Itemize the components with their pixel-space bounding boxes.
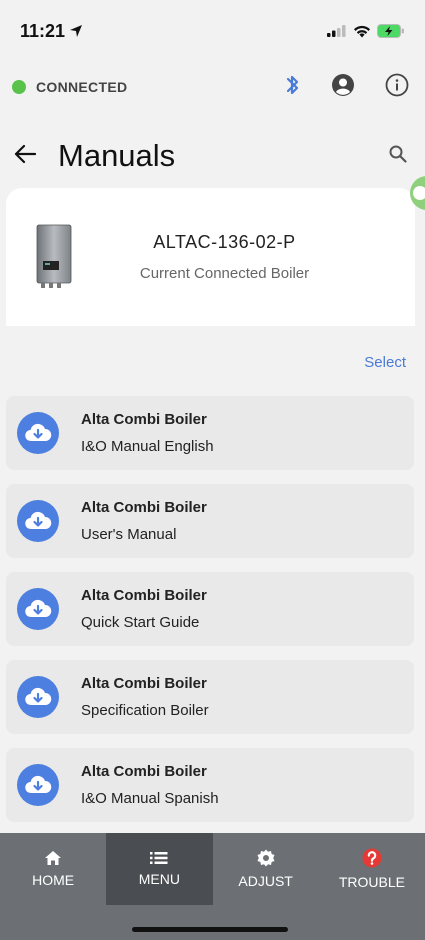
manual-text: Alta Combi Boiler Specification Boiler — [81, 675, 209, 719]
manual-item-io-spanish[interactable]: Alta Combi Boiler I&O Manual Spanish — [6, 748, 414, 822]
nav-label: ADJUST — [238, 873, 293, 889]
manual-name: User's Manual — [81, 526, 177, 543]
back-button[interactable] — [14, 144, 37, 169]
search-button[interactable] — [389, 145, 407, 168]
info-icon — [385, 73, 409, 96]
cloud-download-icon[interactable] — [17, 500, 59, 542]
nav-item-adjust[interactable]: ADJUST — [213, 833, 319, 905]
connection-status-label: CONNECTED — [36, 79, 128, 95]
boiler-info: ALTAC-136-02-P Current Connected Boiler — [84, 232, 365, 282]
manual-name: I&O Manual English — [81, 438, 214, 455]
manual-text: Alta Combi Boiler I&O Manual Spanish — [81, 763, 219, 807]
manual-item-quick-start[interactable]: Alta Combi Boiler Quick Start Guide — [6, 572, 414, 646]
manual-title: Alta Combi Boiler — [81, 587, 207, 604]
nav-item-menu[interactable]: MENU — [106, 833, 213, 905]
manual-item-io-english[interactable]: Alta Combi Boiler I&O Manual English — [6, 396, 414, 470]
nav-row: HOME MENU ADJUST TROUBLE — [0, 833, 425, 905]
manual-item-specification[interactable]: Alta Combi Boiler Specification Boiler — [6, 660, 414, 734]
manual-item-users-manual[interactable]: Alta Combi Boiler User's Manual — [6, 484, 414, 558]
cloud-download-icon[interactable] — [17, 412, 59, 454]
boiler-subtitle: Current Connected Boiler — [139, 265, 310, 282]
nav-label: TROUBLE — [338, 874, 405, 890]
nav-item-trouble[interactable]: TROUBLE — [319, 833, 425, 905]
header-left: Manuals — [14, 138, 175, 174]
connection-bar: CONNECTED — [0, 62, 425, 112]
account-icon — [332, 73, 354, 96]
info-button[interactable] — [385, 73, 409, 102]
boiler-image — [26, 217, 84, 295]
boiler-unit-icon — [36, 224, 72, 288]
manual-title: Alta Combi Boiler — [81, 763, 207, 780]
boiler-model: ALTAC-136-02-P — [153, 232, 296, 252]
bluetooth-icon — [286, 75, 299, 94]
bluetooth-button[interactable] — [285, 73, 301, 102]
manual-text: Alta Combi Boiler Quick Start Guide — [81, 587, 207, 631]
manual-title: Alta Combi Boiler — [81, 675, 207, 692]
back-arrow-icon — [14, 144, 37, 163]
nav-label: HOME — [32, 872, 75, 888]
cloud-download-icon[interactable] — [17, 676, 59, 718]
manual-name: I&O Manual Spanish — [81, 790, 219, 807]
status-indicators — [327, 24, 405, 38]
select-button[interactable]: Select — [364, 354, 406, 371]
nav-label: MENU — [138, 871, 180, 887]
gear-icon — [257, 849, 275, 867]
cloud-download-icon[interactable] — [17, 764, 59, 806]
connection-actions — [285, 73, 409, 102]
home-icon — [45, 851, 62, 865]
page-header: Manuals — [0, 126, 425, 186]
time-label: 11:21 — [20, 20, 66, 41]
manual-list: Alta Combi Boiler I&O Manual English Alt… — [6, 396, 414, 836]
manual-title: Alta Combi Boiler — [81, 499, 207, 516]
connection-status: CONNECTED — [12, 79, 127, 95]
wifi-icon — [354, 25, 370, 37]
connected-dot-icon — [12, 80, 26, 94]
bottom-nav: HOME MENU ADJUST TROUBLE — [0, 833, 425, 940]
account-button[interactable] — [331, 73, 355, 102]
nav-item-home[interactable]: HOME — [0, 833, 106, 905]
signal-icon — [327, 25, 346, 37]
location-arrow-icon — [70, 25, 83, 37]
manual-name: Quick Start Guide — [81, 614, 200, 631]
page-title: Manuals — [58, 138, 176, 173]
home-indicator[interactable] — [132, 927, 288, 932]
manual-name: Specification Boiler — [81, 702, 209, 719]
connected-boiler-card: ALTAC-136-02-P Current Connected Boiler — [6, 188, 415, 326]
status-bar: 11:21 — [0, 0, 425, 62]
help-icon — [362, 848, 382, 868]
menu-icon — [150, 852, 168, 864]
manual-text: Alta Combi Boiler User's Manual — [81, 499, 207, 543]
manual-text: Alta Combi Boiler I&O Manual English — [81, 411, 214, 455]
toggle-knob-icon — [413, 186, 425, 200]
battery-charging-icon — [377, 24, 404, 38]
search-icon — [389, 145, 407, 163]
cloud-download-icon[interactable] — [17, 588, 59, 630]
manual-title: Alta Combi Boiler — [81, 411, 207, 428]
status-time: 11:21 — [20, 21, 83, 42]
